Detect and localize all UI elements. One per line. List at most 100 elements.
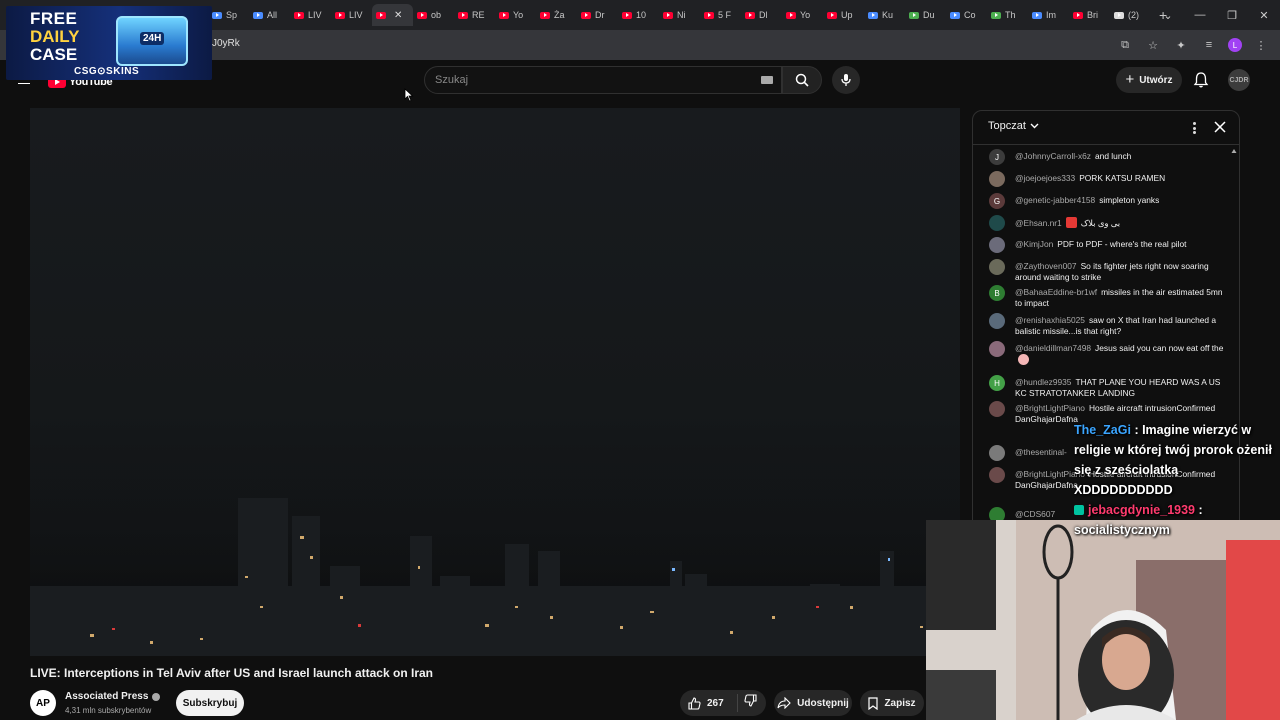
browser-tab[interactable]: Dr xyxy=(577,4,618,26)
chat-username[interactable]: @thesentinal- xyxy=(1015,447,1067,457)
chat-avatar[interactable]: G xyxy=(989,193,1005,209)
chat-username[interactable]: @hundlez9935 xyxy=(1015,377,1071,387)
browser-tab[interactable]: 10 xyxy=(618,4,659,26)
chat-avatar[interactable] xyxy=(989,445,1005,461)
chat-username[interactable]: @BrightLightPiano xyxy=(1015,403,1085,413)
cast-icon[interactable]: ⧉ xyxy=(1116,36,1134,54)
browser-tab[interactable]: LIV xyxy=(331,4,372,26)
chat-avatar[interactable]: H xyxy=(989,375,1005,391)
video-player[interactable] xyxy=(30,108,960,656)
page-icon xyxy=(1032,11,1042,19)
extensions-icon[interactable]: ✦ xyxy=(1172,36,1190,54)
chat-username[interactable]: @danieldillman7498 xyxy=(1015,343,1091,353)
chat-avatar[interactable] xyxy=(989,259,1005,275)
tab-label: Dl xyxy=(759,10,768,20)
channel-name[interactable]: Associated Press xyxy=(65,691,161,702)
channel-avatar[interactable]: AP xyxy=(30,690,56,716)
city-skyline-image xyxy=(30,456,960,656)
chat-avatar[interactable] xyxy=(989,401,1005,417)
voice-search-button[interactable] xyxy=(832,66,860,94)
browser-tab[interactable]: Im xyxy=(1028,4,1069,26)
search-icon xyxy=(795,73,809,87)
notifications-bell-icon[interactable] xyxy=(1192,71,1210,89)
microphone-icon xyxy=(841,74,851,86)
search-input[interactable]: Szukaj xyxy=(435,74,468,86)
browser-tab[interactable]: RE xyxy=(454,4,495,26)
browser-tab[interactable]: Ku xyxy=(864,4,905,26)
chat-username[interactable]: @BahaaEddine-br1wf xyxy=(1015,287,1097,297)
url-field[interactable]: J0yRk xyxy=(212,38,240,49)
chat-text: PORK KATSU RAMEN xyxy=(1079,173,1166,183)
browser-tab[interactable]: Co xyxy=(946,4,987,26)
tab-label: All xyxy=(267,10,278,20)
chat-text: بی وی بلاک xyxy=(1080,218,1121,228)
like-count: 267 xyxy=(707,697,724,709)
browser-tab[interactable]: Yo xyxy=(495,4,536,26)
account-avatar[interactable]: CJDR xyxy=(1228,69,1250,91)
tab-search-icon[interactable]: ⌄ xyxy=(1152,0,1184,30)
chat-username[interactable]: @renishaxhia5025 xyxy=(1015,315,1085,325)
chat-avatar[interactable]: B xyxy=(989,285,1005,301)
browser-menu-icon[interactable]: ⋮ xyxy=(1252,36,1270,54)
bookmark-star-icon[interactable]: ☆ xyxy=(1144,36,1162,54)
chat-text: and lunch xyxy=(1095,151,1132,161)
more-options-icon[interactable] xyxy=(1191,120,1197,136)
chat-username[interactable]: @KimjJon xyxy=(1015,239,1053,249)
browser-tab[interactable]: LIV xyxy=(290,4,331,26)
maps-icon xyxy=(991,11,1001,19)
chat-username[interactable]: @Zaythoven007 xyxy=(1015,261,1077,271)
advertisement-banner[interactable]: FREE DAILY CASE 24H CSG⊙SKINS xyxy=(6,6,212,80)
save-button[interactable]: Zapisz xyxy=(860,690,924,716)
dislike-button[interactable] xyxy=(738,694,757,712)
browser-tab[interactable]: ob xyxy=(413,4,454,26)
chat-avatar[interactable]: J xyxy=(989,149,1005,165)
close-icon[interactable] xyxy=(1213,120,1227,134)
minimize-icon[interactable]: — xyxy=(1184,0,1216,30)
browser-tab[interactable]: (2) xyxy=(1110,4,1151,26)
browser-tab[interactable]: Bri xyxy=(1069,4,1110,26)
keyboard-icon[interactable] xyxy=(761,76,773,84)
chat-avatar[interactable] xyxy=(989,313,1005,329)
share-button[interactable]: Udostępnij xyxy=(774,690,852,716)
browser-tab[interactable]: Up xyxy=(823,4,864,26)
chat-mode-dropdown[interactable]: Topczat xyxy=(988,120,1039,132)
tab-close-icon[interactable]: ✕ xyxy=(394,10,402,21)
chat-avatar[interactable] xyxy=(989,341,1005,357)
media-icon[interactable]: ≡ xyxy=(1200,36,1218,54)
page-icon xyxy=(212,11,222,19)
browser-tab[interactable]: Du xyxy=(905,4,946,26)
subscribe-button[interactable]: Subskrybuj xyxy=(176,690,244,716)
chat-username[interactable]: @genetic-jabber4158 xyxy=(1015,195,1095,205)
youtube-icon xyxy=(622,11,632,19)
chat-avatar[interactable] xyxy=(989,237,1005,253)
chat-username[interactable]: @Ehsan.nr1 xyxy=(1015,218,1062,228)
browser-tab[interactable]: Ni xyxy=(659,4,700,26)
browser-tab[interactable]: Ża xyxy=(536,4,577,26)
tab-label: Th xyxy=(1005,10,1016,20)
chat-avatar[interactable] xyxy=(989,215,1005,231)
chat-username[interactable]: @joejoejoes333 xyxy=(1015,173,1075,183)
search-box[interactable]: Szukaj xyxy=(424,66,782,94)
browser-tab[interactable]: All xyxy=(249,4,290,26)
chat-username[interactable]: @JohnnyCarroll-x6z xyxy=(1015,151,1091,161)
chat-avatar[interactable] xyxy=(989,467,1005,483)
toolbar-icons: ⧉ ☆ ✦ ≡ L ⋮ xyxy=(1116,36,1270,54)
browser-tab[interactable]: Sp xyxy=(208,4,249,26)
browser-tab[interactable]: ✕ xyxy=(372,4,413,26)
close-window-icon[interactable]: ✕ xyxy=(1248,0,1280,30)
tab-label: Sp xyxy=(226,10,238,20)
maximize-icon[interactable]: ❐ xyxy=(1216,0,1248,30)
create-button[interactable]: + Utwórz xyxy=(1116,67,1182,93)
youtube-icon xyxy=(376,11,386,19)
profile-avatar[interactable]: L xyxy=(1228,38,1242,52)
chat-username[interactable]: @CDS607 xyxy=(1015,509,1055,519)
browser-tab[interactable]: Dl xyxy=(741,4,782,26)
browser-tab[interactable]: Th xyxy=(987,4,1028,26)
browser-tab[interactable]: Yo xyxy=(782,4,823,26)
search-button[interactable] xyxy=(782,66,822,94)
chat-avatar[interactable] xyxy=(989,171,1005,187)
like-button[interactable]: 267 xyxy=(680,694,738,712)
tab-label: Yo xyxy=(800,10,811,20)
browser-tab[interactable]: 5 F xyxy=(700,4,741,26)
verified-icon xyxy=(152,692,161,701)
